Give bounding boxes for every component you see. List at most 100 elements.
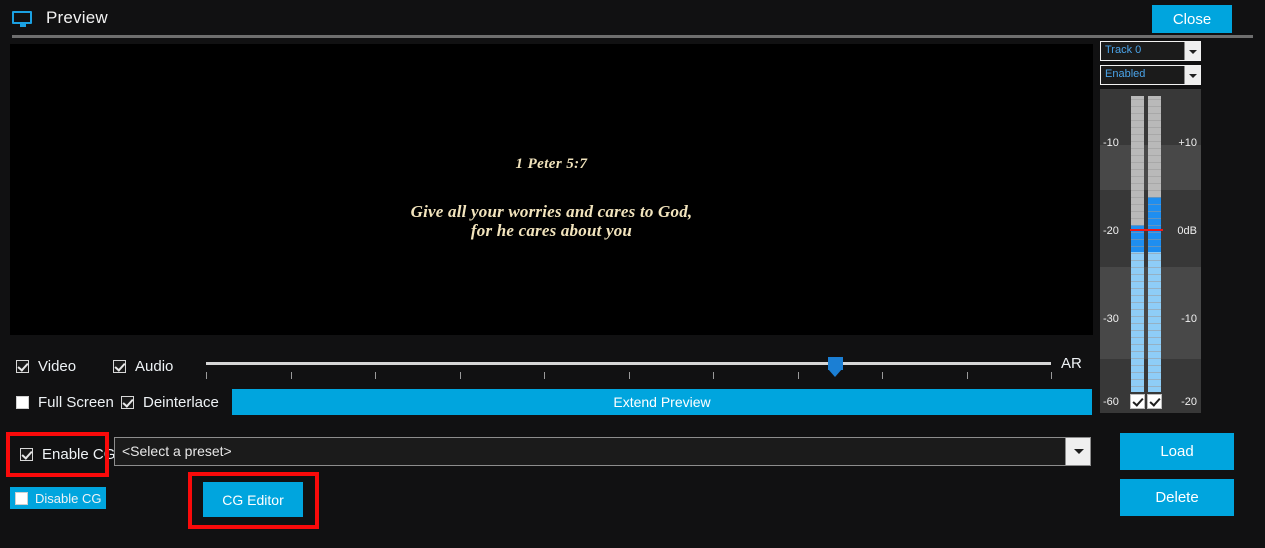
meter-scale-right: -20 <box>1181 396 1197 408</box>
meter-segment <box>1131 372 1144 373</box>
meter-scale-right: +10 <box>1178 137 1197 149</box>
audio-meter-panel: Track 0 Enabled -10 -20 -30 -60 +10 0dB -10 -20 <box>1100 41 1201 414</box>
meter-peak-marker <box>1130 229 1163 232</box>
title-bar: Preview Close <box>0 0 1265 38</box>
track-state-select-value: Enabled <box>1105 68 1146 80</box>
meter-segment <box>1148 288 1161 289</box>
meter-segment <box>1148 337 1161 338</box>
slider-tick <box>629 372 630 379</box>
checkbox-video-label: Video <box>38 358 77 375</box>
cg-editor-button[interactable]: CG Editor <box>203 482 303 517</box>
meter-segment <box>1131 281 1144 282</box>
meter-segment <box>1131 309 1144 310</box>
meter-segment <box>1131 141 1144 142</box>
preview-window: Preview Close 1 Peter 5:7 Give all your … <box>0 0 1265 548</box>
meter-channel-enable-right[interactable] <box>1147 394 1162 409</box>
checkbox-video[interactable]: Video <box>16 358 76 375</box>
slider-tick <box>291 372 292 379</box>
meter-segment <box>1131 176 1144 177</box>
meter-channel-enable-left[interactable] <box>1130 394 1145 409</box>
meter-segment <box>1148 302 1161 303</box>
meter-segment <box>1131 190 1144 191</box>
checkbox-enable-cg[interactable]: Enable CG <box>20 446 115 463</box>
chevron-down-icon[interactable] <box>1065 438 1090 465</box>
slider-tick <box>544 372 545 379</box>
checkbox-disable-cg[interactable]: Disable CG <box>10 487 106 509</box>
meter-segment <box>1148 183 1161 184</box>
meter-segment <box>1148 225 1161 226</box>
close-button[interactable]: Close <box>1152 5 1232 33</box>
cg-overlay-reference: 1 Peter 5:7 <box>515 156 588 172</box>
chevron-down-icon[interactable] <box>1184 66 1200 84</box>
meter-segment <box>1148 113 1161 114</box>
meter-segment <box>1131 197 1144 198</box>
meter-segment <box>1148 106 1161 107</box>
checkbox-deinterlace[interactable]: Deinterlace <box>121 394 219 411</box>
meter-segment <box>1148 372 1161 373</box>
checkbox-full-screen-box[interactable] <box>16 396 29 409</box>
checkbox-audio-label: Audio <box>135 358 174 375</box>
meter-segment <box>1131 162 1144 163</box>
delete-button[interactable]: Delete <box>1120 479 1234 516</box>
meter-segment <box>1131 246 1144 247</box>
meter-segment <box>1148 379 1161 380</box>
meter-segment <box>1131 330 1144 331</box>
meter-segment <box>1131 239 1144 240</box>
playhead-slider-ticks <box>206 372 1056 382</box>
meter-segment <box>1148 120 1161 121</box>
track-select[interactable]: Track 0 <box>1100 41 1201 61</box>
meter-segment <box>1148 316 1161 317</box>
meter-segment <box>1148 274 1161 275</box>
meter-segment <box>1148 323 1161 324</box>
meter-scale-right: -10 <box>1181 313 1197 325</box>
slider-tick <box>967 372 968 379</box>
meter-segment <box>1131 99 1144 100</box>
meter-segment <box>1148 190 1161 191</box>
playhead-slider-track[interactable] <box>206 362 1051 365</box>
meter-segment <box>1148 169 1161 170</box>
meter-segment <box>1148 127 1161 128</box>
meter-segment <box>1148 239 1161 240</box>
meter-segment <box>1131 295 1144 296</box>
track-select-value: Track 0 <box>1105 44 1142 56</box>
chevron-down-icon[interactable] <box>1184 42 1200 60</box>
video-preview-surface[interactable]: 1 Peter 5:7 Give all your worries and ca… <box>10 44 1093 335</box>
meter-segment <box>1148 218 1161 219</box>
checkbox-disable-cg-box[interactable] <box>15 491 28 505</box>
meter-scale-left: -20 <box>1103 225 1119 237</box>
meter-segment <box>1131 316 1144 317</box>
checkbox-enable-cg-label: Enable CG <box>42 446 116 463</box>
meter-segment <box>1131 379 1144 380</box>
slider-tick <box>713 372 714 379</box>
meter-segment <box>1148 197 1161 198</box>
meter-segment <box>1131 267 1144 268</box>
cg-overlay-body: Give all your worries and cares to God, … <box>10 202 1093 240</box>
slider-tick <box>798 372 799 379</box>
checkbox-deinterlace-label: Deinterlace <box>143 394 219 411</box>
meter-segment <box>1148 141 1161 142</box>
meter-segment <box>1148 344 1161 345</box>
meter-segment <box>1148 365 1161 366</box>
preset-select[interactable]: <Select a preset> <box>114 437 1091 466</box>
cg-overlay-line-2: for he cares about you <box>470 221 633 240</box>
checkbox-enable-cg-box[interactable] <box>20 448 33 461</box>
checkbox-audio-box[interactable] <box>113 360 126 373</box>
monitor-icon <box>12 11 34 28</box>
meter-segment <box>1131 204 1144 205</box>
meter-segment <box>1131 155 1144 156</box>
meter-segment <box>1148 162 1161 163</box>
load-button[interactable]: Load <box>1120 433 1234 470</box>
checkbox-full-screen[interactable]: Full Screen <box>16 394 114 411</box>
meter-segment <box>1148 246 1161 247</box>
meter-segment <box>1131 218 1144 219</box>
slider-tick <box>1051 372 1052 379</box>
meter-segment <box>1131 351 1144 352</box>
page-title: Preview <box>46 8 108 27</box>
track-state-select[interactable]: Enabled <box>1100 65 1201 85</box>
aspect-ratio-label: AR <box>1061 355 1082 372</box>
checkbox-full-screen-label: Full Screen <box>38 394 114 411</box>
checkbox-deinterlace-box[interactable] <box>121 396 134 409</box>
extend-preview-button[interactable]: Extend Preview <box>232 389 1092 415</box>
checkbox-audio[interactable]: Audio <box>113 358 173 375</box>
checkbox-video-box[interactable] <box>16 360 29 373</box>
